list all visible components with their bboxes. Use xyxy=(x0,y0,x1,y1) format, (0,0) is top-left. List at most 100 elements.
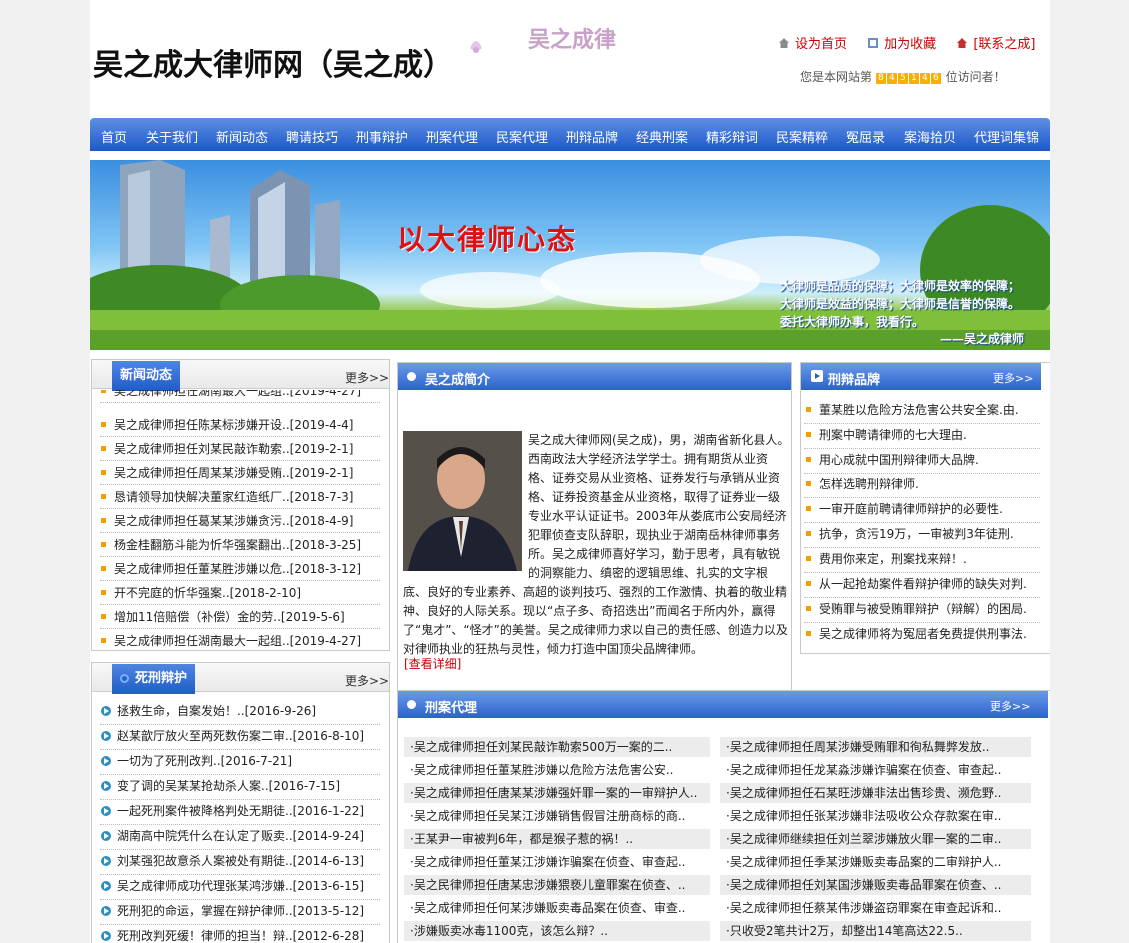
nav-hiring-tips[interactable]: 聘请技巧 xyxy=(286,127,338,146)
criminal-agency-header: 刑案代理 更多>> xyxy=(398,691,1048,718)
list-item[interactable]: 一起死刑案件被降格判处无期徒..[2016-1-22] xyxy=(101,800,364,823)
case-row-right[interactable]: ·吴之成律师担任季某涉嫌贩卖毒品案的二审辩护人.. xyxy=(720,852,1031,872)
logo-text: 吴之成律 xyxy=(528,28,617,53)
list-item[interactable]: 赵某歆厅放火至两死数伤案二审..[2016-8-10] xyxy=(101,725,364,748)
home-icon xyxy=(779,38,789,48)
list-item[interactable]: 恳请领导加快解决董家红造纸厂..[2018-7-3] xyxy=(101,486,353,509)
nav-about[interactable]: 关于我们 xyxy=(146,127,198,146)
list-item[interactable]: 死刑犯的命运，掌握在辩护律师..[2013-5-12] xyxy=(101,900,364,923)
nav-civil-agency[interactable]: 民案代理 xyxy=(496,127,548,146)
nav-case-notes[interactable]: 案海拾贝 xyxy=(904,127,956,146)
divider xyxy=(100,484,380,485)
case-row-left[interactable]: ·吴之成律师担任董某江涉嫌诈骗案在侦查、审查起.. xyxy=(404,852,710,872)
brand-panel: 刑辩品牌 更多>> 董某胜以危险方法危害公共安全案.由. 刑案中聘请律师的七大理… xyxy=(800,362,1050,654)
visitor-suffix: 位访问者！ xyxy=(945,70,1006,84)
list-item[interactable]: 吴之成律师担任刘某民敲诈勒索..[2019-2-1] xyxy=(101,438,353,461)
list-item[interactable]: 吴之成律师担任湖南最大一起组..[2019-4-27] xyxy=(101,630,361,648)
nav-civil-highlights[interactable]: 民案精粹 xyxy=(776,127,828,146)
list-item[interactable]: 怎样选聘刑辩律师. xyxy=(806,473,919,496)
nav-home[interactable]: 首页 xyxy=(101,127,127,146)
case-row-left[interactable]: ·吴之成律师担任吴某江涉嫌销售假冒注册商标的商.. xyxy=(404,806,710,826)
news-panel-header: 新闻动态 更多>> xyxy=(92,360,389,391)
add-favorite-link[interactable]: 加为收藏 xyxy=(867,37,936,52)
arrow-icon xyxy=(101,856,111,866)
list-item[interactable]: 费用你来定，刑案找来辩！. xyxy=(806,548,967,571)
main-nav: 首页 关于我们 新闻动态 聘请技巧 刑事辩护 刑案代理 民案代理 刑辩品牌 经典… xyxy=(90,118,1050,151)
contact-link[interactable]: [联系之成] xyxy=(956,37,1035,52)
nav-classic-cases[interactable]: 经典刑案 xyxy=(636,127,688,146)
arrow-icon xyxy=(101,931,111,941)
case-row-right[interactable]: ·吴之成律师担任石某旺涉嫌非法出售珍贵、濒危野.. xyxy=(720,783,1031,803)
nav-defense-speeches[interactable]: 精彩辩词 xyxy=(706,127,758,146)
list-item[interactable]: 吴之成律师担任周某某涉嫌受贿..[2019-2-1] xyxy=(101,462,353,485)
case-row-left[interactable]: ·吴之成律师担任唐某某涉嫌强奸罪一案的一审辩护人.. xyxy=(404,783,710,803)
case-row-right[interactable]: ·吴之成律师担任张某涉嫌非法吸收公众存款案在审.. xyxy=(720,806,1031,826)
death-defense-more-link[interactable]: 更多>> xyxy=(345,672,389,689)
death-defense-header: 死刑辩护 更多>> xyxy=(92,663,389,694)
case-row-right[interactable]: ·吴之成律师担任刘某国涉嫌贩卖毒品罪案在侦查、.. xyxy=(720,875,1031,895)
bullet-icon xyxy=(101,390,106,393)
case-row-right[interactable]: ·吴之成律师担任周某涉嫌受贿罪和徇私舞弊发放.. xyxy=(720,737,1031,757)
case-row-left[interactable]: ·吴之民律师担任唐某忠涉嫌猥亵儿童罪案在侦查、.. xyxy=(404,875,710,895)
case-row-right[interactable]: ·吴之成律师继续担任刘兰翠涉嫌放火罪一案的二审.. xyxy=(720,829,1031,849)
visitor-digit: 4 xyxy=(886,73,897,84)
case-row-right[interactable]: ·吴之成律师担任龙某淼涉嫌诈骗案在侦查、审查起.. xyxy=(720,760,1031,780)
list-item[interactable]: 刑案中聘请律师的七大理由. xyxy=(806,424,967,447)
list-item[interactable]: 一审开庭前聘请律师辩护的必要性. xyxy=(806,498,1003,521)
profile-body: 吴之成大律师网(吴之成)，男，湖南省新化县人。西南政法大学经济法学学士。拥有期货… xyxy=(403,431,791,659)
death-item-text: 湖南高中院凭什么在认定了贩卖..[2014-9-24] xyxy=(117,829,365,843)
add-favorite-label: 加为收藏 xyxy=(884,37,937,52)
nav-news[interactable]: 新闻动态 xyxy=(216,127,268,146)
list-item[interactable]: 死刑改判死缓！律师的担当！辩..[2012-6-28] xyxy=(101,925,364,943)
list-item[interactable]: 开不完庭的忻华强案..[2018-2-10] xyxy=(101,582,301,605)
list-item[interactable]: 从一起抢劫案件看辩护律师的缺失对判. xyxy=(806,573,1027,596)
bullet-icon xyxy=(101,566,106,571)
list-item[interactable]: 抗争，贪污19万，一审被判3年徒刑. xyxy=(806,523,1014,546)
list-item[interactable]: 增加11倍赔偿（补偿）金的劳..[2019-5-6] xyxy=(101,606,345,629)
list-item[interactable]: 杨金桂翻筋斗能为忻华强案翻出..[2018-3-25] xyxy=(101,534,361,557)
nav-criminal-defense[interactable]: 刑事辩护 xyxy=(356,127,408,146)
nav-grievances[interactable]: 冤屈录 xyxy=(846,127,885,146)
case-row-right[interactable]: ·只收受2笔共计2万，却整出14笔高达22.5.. xyxy=(720,921,1031,941)
brand-more-link[interactable]: 更多>> xyxy=(993,370,1033,386)
bullet-icon xyxy=(806,432,811,437)
case-row-left[interactable]: ·吴之成律师担任何某涉嫌贩卖毒品案在侦查、审查.. xyxy=(404,898,710,918)
nav-criminal-agency[interactable]: 刑案代理 xyxy=(426,127,478,146)
list-item[interactable]: 吴之成律师担任葛某某涉嫌贪污..[2018-4-9] xyxy=(101,510,353,533)
case-row-left[interactable]: ·吴之成律师担任董某胜涉嫌以危险方法危害公安.. xyxy=(404,760,710,780)
news-more-link[interactable]: 更多>> xyxy=(345,369,389,386)
case-row-left[interactable]: ·吴之成律师担任刘某民敲诈勒索500万一案的二.. xyxy=(404,737,710,757)
list-item[interactable]: 拯救生命，自案发始！..[2016-9-26] xyxy=(101,700,316,723)
death-item-text: 吴之成律师成功代理张某鸿涉嫌..[2013-6-15] xyxy=(117,879,365,893)
brand-item-text: 受贿罪与被受贿罪辩护（辩解）的困局. xyxy=(819,602,1027,616)
case-row-left[interactable]: ·涉嫌贩卖冰毒1100克，该怎么辩？.. xyxy=(404,921,710,941)
case-row-left[interactable]: ·王某尹一审被判6年，都是猴子惹的祸！.. xyxy=(404,829,710,849)
list-item[interactable]: 吴之成律师担任陈某标涉嫌开设..[2019-4-4] xyxy=(101,414,353,437)
list-item[interactable]: 一切为了死刑改判..[2016-7-21] xyxy=(101,750,292,773)
brand-item-text: 吴之成律师将为冤屈者免费提供刑事法. xyxy=(819,627,1027,641)
list-item[interactable]: 吴之成律师将为冤屈者免费提供刑事法. xyxy=(806,623,1027,646)
news-item-text: 吴之成律师担任葛某某涉嫌贪污..[2018-4-9] xyxy=(114,514,354,528)
list-item[interactable]: 用心成就中国刑辩律师大品牌. xyxy=(806,449,979,472)
criminal-agency-panel: 刑案代理 更多>> ·吴之成律师担任刘某民敲诈勒索500万一案的二.. ·吴之成… xyxy=(397,690,1050,943)
news-item-text: 恳请领导加快解决董家红造纸厂..[2018-7-3] xyxy=(114,490,354,504)
death-item-text: 刘某强犯故意杀人案被处有期徒..[2014-6-13] xyxy=(117,854,365,868)
criminal-agency-more-link[interactable]: 更多>> xyxy=(990,698,1030,714)
nav-agency-speeches[interactable]: 代理词集锦 xyxy=(974,127,1039,146)
nav-defense-brand[interactable]: 刑辩品牌 xyxy=(566,127,618,146)
list-item[interactable]: 吴之成律师成功代理张某鸿涉嫌..[2013-6-15] xyxy=(101,875,364,898)
profile-title: 吴之成简介 xyxy=(425,373,491,388)
circle-icon xyxy=(407,700,416,709)
set-home-link[interactable]: 设为首页 xyxy=(778,37,847,52)
divider xyxy=(100,532,380,533)
news-item-text: 吴之成律师担任董某胜涉嫌以危..[2018-3-12] xyxy=(114,562,362,576)
list-item[interactable]: 变了调的吴某某抢劫杀人案..[2016-7-15] xyxy=(101,775,340,798)
death-defense-title: 死刑辩护 xyxy=(112,664,196,694)
list-item[interactable]: 受贿罪与被受贿罪辩护（辩解）的困局. xyxy=(806,598,1027,621)
list-item[interactable]: 吴之成律师担任董某胜涉嫌以危..[2018-3-12] xyxy=(101,558,361,581)
case-row-right[interactable]: ·吴之成律师担任蔡某伟涉嫌盗窃罪案在审查起诉和.. xyxy=(720,898,1031,918)
list-item[interactable]: 董某胜以危险方法危害公共安全案.由. xyxy=(806,399,1019,422)
list-item[interactable]: 湖南高中院凭什么在认定了贩卖..[2014-9-24] xyxy=(101,825,364,848)
list-item[interactable]: 刘某强犯故意杀人案被处有期徒..[2014-6-13] xyxy=(101,850,364,873)
view-detail-link[interactable]: [查看详细] xyxy=(404,655,461,672)
